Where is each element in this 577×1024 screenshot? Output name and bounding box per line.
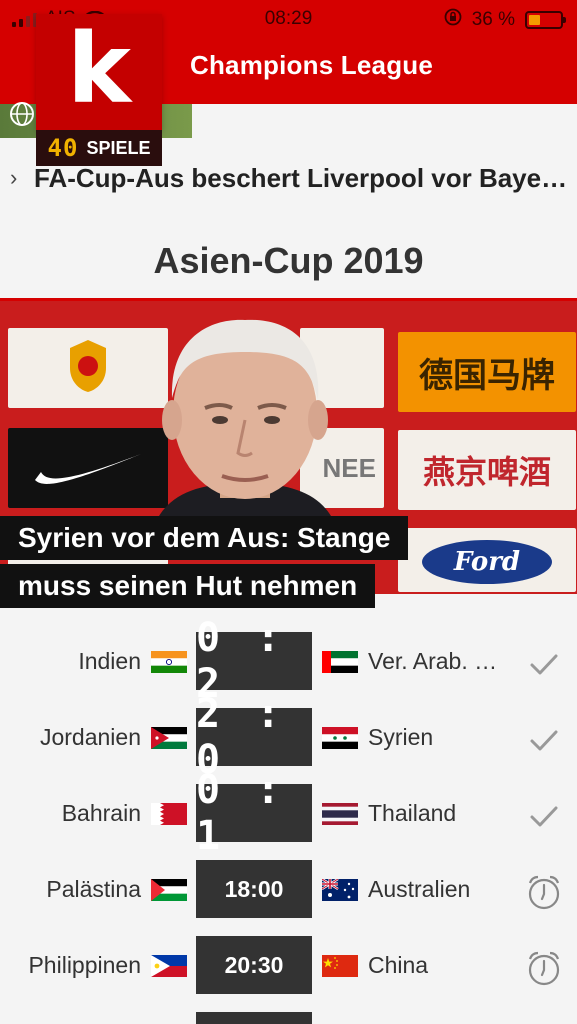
scorebox: 0 : 1: [196, 767, 312, 859]
chevron-right-icon: ›: [10, 165, 18, 190]
away-team: Syrien: [368, 724, 434, 750]
banner-text-ford: Ford: [422, 540, 552, 584]
banner-panel: [8, 328, 168, 408]
banner-text-yanjing: 燕京啤酒: [398, 430, 576, 510]
away-team: Ver. Arab. E...: [368, 648, 506, 674]
match-row[interactable]: Bahrain 0 : 1 Thailand: [0, 767, 577, 859]
scorebox: 18:00: [196, 860, 312, 918]
scorebox: 20:30: [196, 936, 312, 994]
australia-flag-icon: [322, 879, 358, 901]
alarm-clock-icon[interactable]: [524, 948, 564, 988]
away-team: China: [368, 952, 429, 978]
match-row[interactable]: Palästina 18:00 Australien: [0, 860, 577, 920]
coach-photo: [150, 319, 340, 538]
section-title: Asien-Cup 2019: [153, 240, 424, 281]
home-team: Philippinen: [28, 952, 141, 978]
match-row[interactable]: Jordanien 2 : 0 Syrien: [0, 691, 577, 783]
checkmark-icon: [530, 806, 558, 827]
battery-percent: 36 %: [471, 9, 515, 30]
battery-icon: [525, 11, 566, 29]
page-title[interactable]: Champions League: [190, 50, 433, 81]
games-badge[interactable]: 40 SPIELE: [36, 130, 162, 166]
match-score: 0 : 1: [196, 767, 287, 859]
away-team: Thailand: [368, 800, 457, 826]
uae-flag-icon: [322, 651, 358, 673]
china-flag-icon: [322, 955, 358, 977]
checkmark-icon: [530, 730, 558, 751]
globe-icon: [10, 102, 34, 126]
kickoff-time: 20:30: [224, 951, 284, 978]
games-label: SPIELE: [86, 137, 151, 158]
scorebox: [196, 1012, 312, 1024]
home-team: Bahrain: [61, 800, 141, 826]
palestine-flag-icon: [151, 879, 187, 901]
home-team: Indien: [78, 648, 141, 674]
kickoff-time: 18:00: [224, 875, 284, 902]
bahrain-flag-icon: [151, 803, 187, 825]
scorebox: 0 : 2: [196, 615, 312, 707]
match-row[interactable]: [0, 1012, 577, 1024]
kicker-logo[interactable]: k: [36, 14, 162, 130]
banner-text-continental: 德国马牌: [398, 332, 576, 412]
news-headline: FA-Cup-Aus beschert Liverpool vor Bayern…: [34, 162, 574, 193]
scorebox: 2 : 0: [196, 691, 312, 783]
away-team: Australien: [368, 876, 471, 902]
rotation-lock-icon: [444, 8, 462, 32]
syria-flag-icon: [322, 727, 358, 749]
federation-crest-icon: [70, 340, 106, 392]
nike-banner: [8, 428, 168, 508]
checkmark-icon: [530, 654, 558, 675]
games-count: 40: [47, 134, 79, 162]
swoosh-icon: [35, 454, 141, 484]
match-row[interactable]: Philippinen 20:30 China: [0, 936, 577, 996]
home-team: Jordanien: [39, 724, 141, 750]
match-row[interactable]: Indien 0 : 2 Ver. Arab. E...: [0, 615, 577, 707]
philippines-flag-icon: [151, 955, 187, 977]
jordan-flag-icon: [151, 727, 187, 749]
hero-caption-line1[interactable]: Syrien vor dem Aus: Stange: [0, 516, 409, 560]
alarm-clock-icon[interactable]: [524, 872, 564, 912]
home-team: Palästina: [46, 876, 141, 902]
thailand-flag-icon: [322, 803, 358, 825]
hero-caption-line2[interactable]: muss seinen Hut nehmen: [0, 564, 376, 608]
india-flag-icon: [151, 651, 187, 673]
